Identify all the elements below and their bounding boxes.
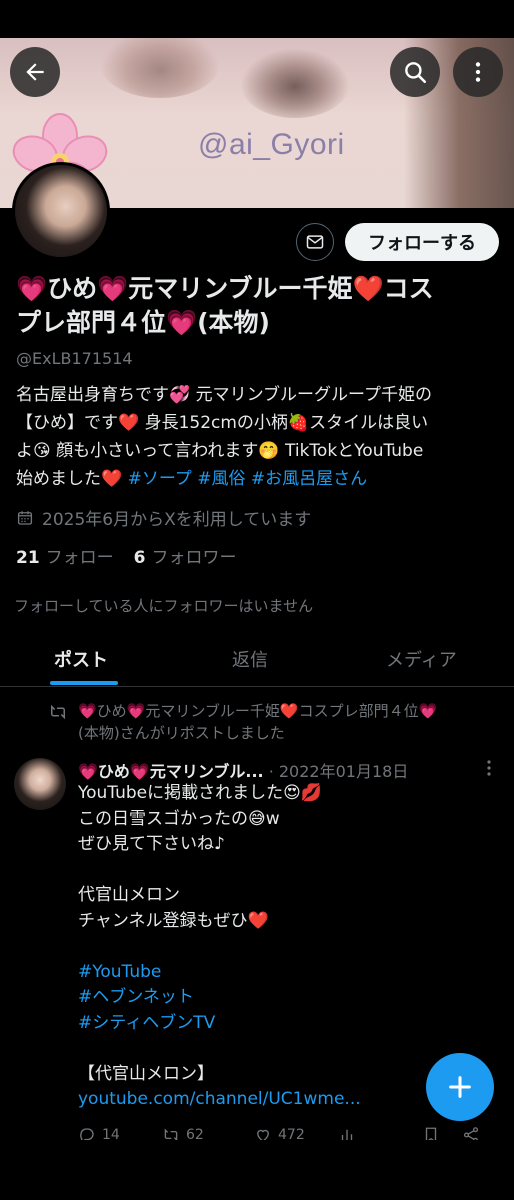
- repost-context-line: (本物)さんがリポストしました: [78, 724, 285, 742]
- hashtag-link[interactable]: #ソープ: [128, 469, 192, 489]
- bio-text: 始めました❤️: [16, 469, 128, 489]
- active-tab-indicator: [50, 681, 118, 685]
- search-icon: [405, 62, 427, 84]
- banner-eye-left: [100, 38, 220, 98]
- tab-replies[interactable]: 返信: [232, 646, 268, 672]
- profile-tabs: ポスト 返信 メディア: [0, 638, 514, 687]
- envelope-icon: [306, 235, 324, 249]
- follow-button[interactable]: フォローする: [345, 223, 499, 261]
- following-count-link[interactable]: 21 フォロー: [16, 543, 114, 568]
- repost-context-line: 💗ひめ💗元マリンブルー千姫❤️コスプレ部門４位💗: [78, 702, 438, 720]
- bio-line: よ😘 顔も小さいって言われます🤭 TikTokとYouTube: [16, 441, 424, 461]
- followers-count-link[interactable]: 6 フォロワー: [134, 543, 237, 568]
- post-text-line: YouTubeに掲載されました😍💋: [78, 783, 323, 803]
- hashtag-link[interactable]: #風俗: [197, 469, 245, 489]
- profile-name-line2: プレ部門４位💗(本物): [16, 308, 270, 337]
- hashtag-link[interactable]: #YouTube: [78, 960, 488, 986]
- tab-media[interactable]: メディア: [386, 646, 457, 672]
- bottom-area: [0, 1140, 514, 1200]
- more-vertical-icon: [487, 760, 491, 776]
- post-header: 💗ひめ💗元マリンブル... · 2022年01月18日: [78, 758, 488, 782]
- bio-line: 【ひめ】です❤️ 身長152cmの小柄🍓スタイルは良い: [16, 413, 429, 433]
- followers-count: 6: [133, 548, 146, 568]
- following-count: 21: [16, 548, 40, 568]
- post-author-avatar[interactable]: [14, 758, 66, 810]
- arrow-left-icon: [26, 63, 44, 81]
- post-more-button[interactable]: [482, 758, 496, 782]
- follow-counts: 21 フォロー 6 フォロワー: [16, 543, 237, 568]
- hashtag-link[interactable]: #お風呂屋さん: [251, 469, 367, 489]
- bio-line: 名古屋出身育ちです💞 元マリンブルーグループ千姫の: [16, 385, 433, 405]
- post-text-line: この日雪スゴかったの😅w: [78, 808, 280, 829]
- banner-watermark: @ai_Gyori: [198, 128, 345, 161]
- post-body[interactable]: YouTubeに掲載されました😍💋 この日雪スゴかったの😅w ぜひ見て下さいね♪…: [78, 781, 488, 1113]
- post-text-line: チャンネル登録もぜひ❤️: [78, 910, 269, 931]
- repost-icon: [51, 704, 65, 720]
- mutual-followers-note: フォローしている人にフォロワーはいません: [14, 597, 314, 615]
- followers-label: フォロワー: [151, 548, 237, 568]
- profile-name-line1: 💗ひめ💗元マリンブルー千姫❤️コス: [16, 274, 434, 303]
- message-button[interactable]: [296, 223, 334, 261]
- calendar-icon: [17, 510, 33, 525]
- bio-line: 始めました❤️ #ソープ #風俗 #お風呂屋さん: [16, 465, 502, 493]
- hashtag-link[interactable]: #シティヘブンTV: [78, 1011, 488, 1037]
- post-text-line: 代官山メロン: [78, 885, 180, 905]
- hashtag-link[interactable]: #ヘブンネット: [78, 985, 488, 1011]
- profile-avatar[interactable]: [12, 162, 110, 260]
- more-button[interactable]: [453, 47, 503, 97]
- tab-posts[interactable]: ポスト: [54, 646, 108, 672]
- more-vertical-icon: [475, 62, 481, 82]
- repost-context: 💗ひめ💗元マリンブルー千姫❤️コスプレ部門４位💗 (本物)さんがリポストしました: [78, 700, 498, 744]
- post-date[interactable]: · 2022年01月18日: [269, 762, 409, 781]
- profile-bio: 名古屋出身育ちです💞 元マリンブルーグループ千姫の 【ひめ】です❤️ 身長152…: [16, 381, 502, 493]
- banner-eye-right: [240, 48, 350, 118]
- following-label: フォロー: [45, 548, 114, 568]
- compose-post-button[interactable]: [426, 1053, 494, 1121]
- joined-date: 2025年6月からXを利用しています: [16, 505, 311, 530]
- profile-name: 💗ひめ💗元マリンブルー千姫❤️コス プレ部門４位💗(本物): [16, 272, 506, 340]
- joined-text: 2025年6月からXを利用しています: [42, 510, 312, 530]
- post-text-line: ぜひ見て下さいね♪: [78, 834, 225, 854]
- post-author-name[interactable]: 💗ひめ💗元マリンブル...: [78, 762, 264, 781]
- profile-handle: @ExLB171514: [16, 349, 133, 368]
- back-button[interactable]: [10, 47, 60, 97]
- search-button[interactable]: [390, 47, 440, 97]
- plus-icon: [449, 1076, 471, 1098]
